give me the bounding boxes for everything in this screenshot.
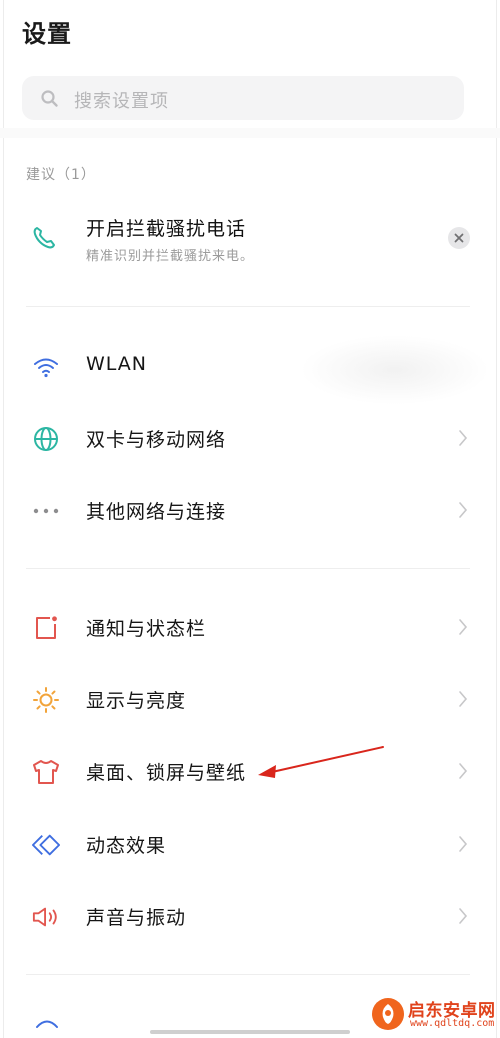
watermark-url: www.qdltdq.com — [410, 1018, 495, 1029]
home-indicator[interactable] — [150, 1030, 350, 1034]
watermark: 启东安卓网 www.qdltdq.com — [368, 996, 500, 1038]
annotation-arrow — [258, 746, 384, 778]
watermark-logo-icon — [372, 998, 404, 1030]
